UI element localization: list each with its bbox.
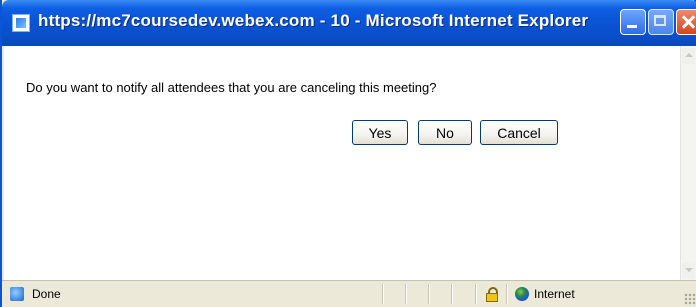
page-content: Do you want to notify all attendees that… [4, 46, 680, 280]
browser-window: https://mc7coursedev.webex.com - 10 - Mi… [0, 0, 696, 307]
cancel-button[interactable]: Cancel [480, 120, 558, 145]
globe-icon [515, 287, 529, 301]
status-divider [451, 284, 453, 304]
vertical-scrollbar[interactable] [680, 46, 696, 280]
dialog-message: Do you want to notify all attendees that… [26, 80, 437, 95]
yes-button[interactable]: Yes [352, 120, 408, 145]
window-title: https://mc7coursedev.webex.com - 10 - Mi… [38, 11, 589, 30]
status-divider [405, 284, 407, 304]
close-button[interactable] [676, 9, 696, 35]
ie-page-icon [10, 287, 24, 301]
status-divider [382, 284, 384, 304]
status-text: Done [32, 287, 61, 301]
lock-icon [485, 287, 499, 302]
status-divider [506, 284, 508, 304]
no-button[interactable]: No [418, 120, 472, 145]
maximize-button[interactable] [648, 9, 674, 35]
status-divider [475, 284, 477, 304]
status-divider [428, 284, 430, 304]
resize-grip-icon[interactable] [684, 293, 696, 305]
minimize-button[interactable] [620, 9, 646, 35]
title-bar[interactable]: https://mc7coursedev.webex.com - 10 - Mi… [2, 0, 696, 46]
scroll-up-arrow-icon[interactable] [682, 48, 695, 64]
ie-page-icon [12, 14, 30, 32]
scroll-down-arrow-icon[interactable] [682, 262, 695, 278]
security-zone-label: Internet [534, 287, 575, 301]
status-bar: Done Internet [2, 280, 696, 307]
